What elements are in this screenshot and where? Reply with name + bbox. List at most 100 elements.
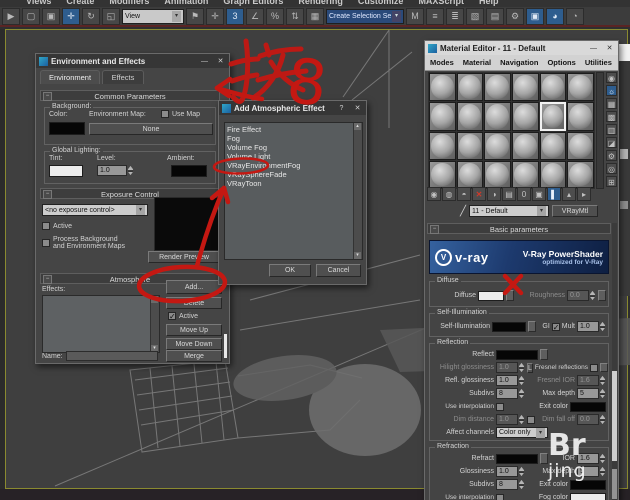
scale-icon[interactable]: ◱ — [102, 8, 120, 25]
refract-color-swatch[interactable] — [496, 454, 538, 464]
roughness-map-button[interactable] — [598, 290, 606, 301]
self-illumination-swatch[interactable] — [492, 322, 526, 332]
level-spinner[interactable]: 1.0 — [97, 165, 134, 176]
menu-rendering[interactable]: Rendering — [298, 0, 343, 6]
reflect-map-button[interactable] — [540, 349, 548, 360]
put-to-scene-icon[interactable]: ◍ — [442, 187, 456, 201]
material-sample-slot-8[interactable] — [457, 102, 484, 132]
effect-name-field[interactable] — [66, 351, 158, 361]
material-sample-slot-13[interactable] — [429, 132, 456, 160]
align-icon[interactable]: ≡ — [426, 8, 444, 25]
hilight-glossiness-spinner[interactable]: 1.0 — [496, 362, 525, 373]
reference-coordinate-dropdown[interactable]: View ▾ — [122, 9, 184, 24]
minimize-icon[interactable]: — — [588, 45, 599, 52]
pick-material-eyedropper-icon[interactable]: ╱ — [460, 206, 466, 217]
max-depth-spinner[interactable]: 5 — [577, 388, 606, 399]
ok-button[interactable]: OK — [269, 264, 311, 277]
menu-views[interactable]: Views — [26, 0, 51, 6]
make-unique-icon[interactable]: ◑ — [487, 187, 501, 201]
ior-spinner[interactable]: 1.6 — [577, 453, 606, 464]
exit-color-swatch[interactable] — [570, 402, 606, 412]
selection-set-dropdown[interactable]: Create Selection Se ▾ — [326, 9, 404, 24]
fog-color-swatch[interactable] — [570, 493, 606, 500]
effects-listbox[interactable]: ▴ ▾ — [42, 295, 160, 353]
rollout-basic-parameters[interactable]: − Basic parameters — [427, 223, 611, 234]
material-id-icon[interactable]: 0 — [517, 187, 531, 201]
percent-snap-icon[interactable]: % — [266, 8, 284, 25]
help-icon[interactable]: ? — [336, 105, 347, 112]
schematic-view-icon[interactable]: ▤ — [486, 8, 504, 25]
close-icon[interactable]: ✕ — [352, 104, 363, 112]
menu-create[interactable]: Create — [66, 0, 94, 6]
close-icon[interactable]: ✕ — [604, 44, 615, 52]
refraction-max-depth-spinner[interactable]: 5 — [577, 466, 606, 477]
material-map-navigator-icon[interactable]: ⊞ — [606, 176, 617, 187]
merge-button[interactable]: Merge — [166, 350, 222, 362]
material-sample-slot-14[interactable] — [457, 132, 484, 160]
curve-editor-icon[interactable]: ▧ — [466, 8, 484, 25]
scroll-down-icon[interactable]: ▾ — [354, 252, 361, 259]
material-sample-slot-15[interactable] — [484, 132, 511, 160]
video-color-check-icon[interactable]: ▥ — [606, 124, 617, 135]
exposure-active-checkbox[interactable] — [42, 222, 50, 230]
scroll-up-icon[interactable]: ▴ — [151, 296, 158, 303]
material-sample-slot-24[interactable] — [567, 161, 594, 189]
menu-customize[interactable]: Customize — [358, 0, 404, 6]
material-sample-slot-20[interactable] — [457, 161, 484, 189]
sample-scrollbar[interactable] — [596, 72, 604, 189]
go-forward-icon[interactable]: ▸ — [577, 187, 591, 201]
mirror-flag-icon[interactable]: ⚑ — [186, 8, 204, 25]
gi-checkbox[interactable]: ✓ — [552, 323, 560, 331]
cancel-button[interactable]: Cancel — [316, 264, 361, 277]
material-editor-scrollbar[interactable] — [612, 223, 617, 500]
material-sample-slot-17[interactable] — [540, 132, 567, 160]
select-move-icon[interactable]: ✛ — [62, 8, 80, 25]
material-editor-titlebar[interactable]: Material Editor - 11 - Default — ✕ — [425, 41, 618, 55]
backlight-icon[interactable]: ☼ — [606, 85, 617, 96]
matmenu-navigation[interactable]: Navigation — [500, 58, 538, 67]
effect-item-vraytoon[interactable]: VRayToon — [225, 179, 353, 188]
menu-graph-editors[interactable]: Graph Editors — [223, 0, 283, 6]
reflect-color-swatch[interactable] — [496, 350, 538, 360]
effect-item-fog[interactable]: Fog — [225, 134, 353, 143]
tint-color-swatch[interactable] — [49, 165, 83, 177]
material-sample-slot-7[interactable] — [429, 102, 456, 132]
effect-item-vrayenvironmentfog[interactable]: VRayEnvironmentFog — [225, 161, 353, 170]
material-sample-slot-11[interactable] — [540, 102, 567, 132]
material-sample-slot-10[interactable] — [512, 102, 539, 132]
menu-modifiers[interactable]: Modifiers — [109, 0, 149, 6]
effect-item-volume-fog[interactable]: Volume Fog — [225, 143, 353, 152]
environment-map-button[interactable]: None — [89, 123, 213, 135]
generate-preview-icon[interactable]: ◪ — [606, 137, 617, 148]
close-icon[interactable]: ✕ — [215, 57, 226, 65]
effect-item-volume-light[interactable]: Volume Light — [225, 152, 353, 161]
select-by-material-icon[interactable]: ◎ — [606, 163, 617, 174]
subdivs-spinner[interactable]: 8 — [496, 388, 525, 399]
assign-to-selection-icon[interactable]: ◓ — [457, 187, 471, 201]
mult-spinner[interactable]: 1.0 — [577, 321, 606, 332]
dim-distance-spinner[interactable]: 1.0 — [496, 414, 525, 425]
background-color-swatch[interactable] — [49, 122, 85, 135]
matmenu-material[interactable]: Material — [463, 58, 491, 67]
material-sample-slot-16[interactable] — [512, 132, 539, 160]
add-effect-button[interactable]: Add... — [166, 280, 222, 294]
minimize-icon[interactable]: — — [199, 58, 210, 65]
fresnel-ior-spinner[interactable]: 1.6 — [577, 375, 606, 386]
material-sample-slot-5[interactable] — [540, 73, 567, 101]
pivot-icon[interactable]: ✛ — [206, 8, 224, 25]
snap-toggle-icon[interactable]: 3 — [226, 8, 244, 25]
material-sample-slot-6[interactable] — [567, 73, 594, 101]
render-setup-icon[interactable]: ⚙ — [506, 8, 524, 25]
layer-manager-icon[interactable]: ≣ — [446, 8, 464, 25]
dialog-scrollbar-thumb[interactable] — [224, 334, 227, 358]
refract-map-button[interactable] — [540, 453, 548, 464]
reset-map-icon[interactable]: ✕ — [472, 187, 486, 201]
material-sample-slot-1[interactable] — [429, 73, 456, 101]
exposure-control-dropdown[interactable]: <no exposure control> ▾ — [42, 204, 148, 216]
refraction-use-interpolation-checkbox[interactable] — [496, 494, 504, 500]
effect-item-fire-effect[interactable]: Fire Effect — [225, 125, 353, 134]
affect-channels-dropdown[interactable]: Color only ▾ — [496, 427, 548, 438]
material-name-dropdown[interactable]: 11 - Default ▾ — [469, 205, 549, 217]
select-object-icon[interactable]: ▶ — [2, 8, 20, 25]
material-sample-slot-2[interactable] — [457, 73, 484, 101]
